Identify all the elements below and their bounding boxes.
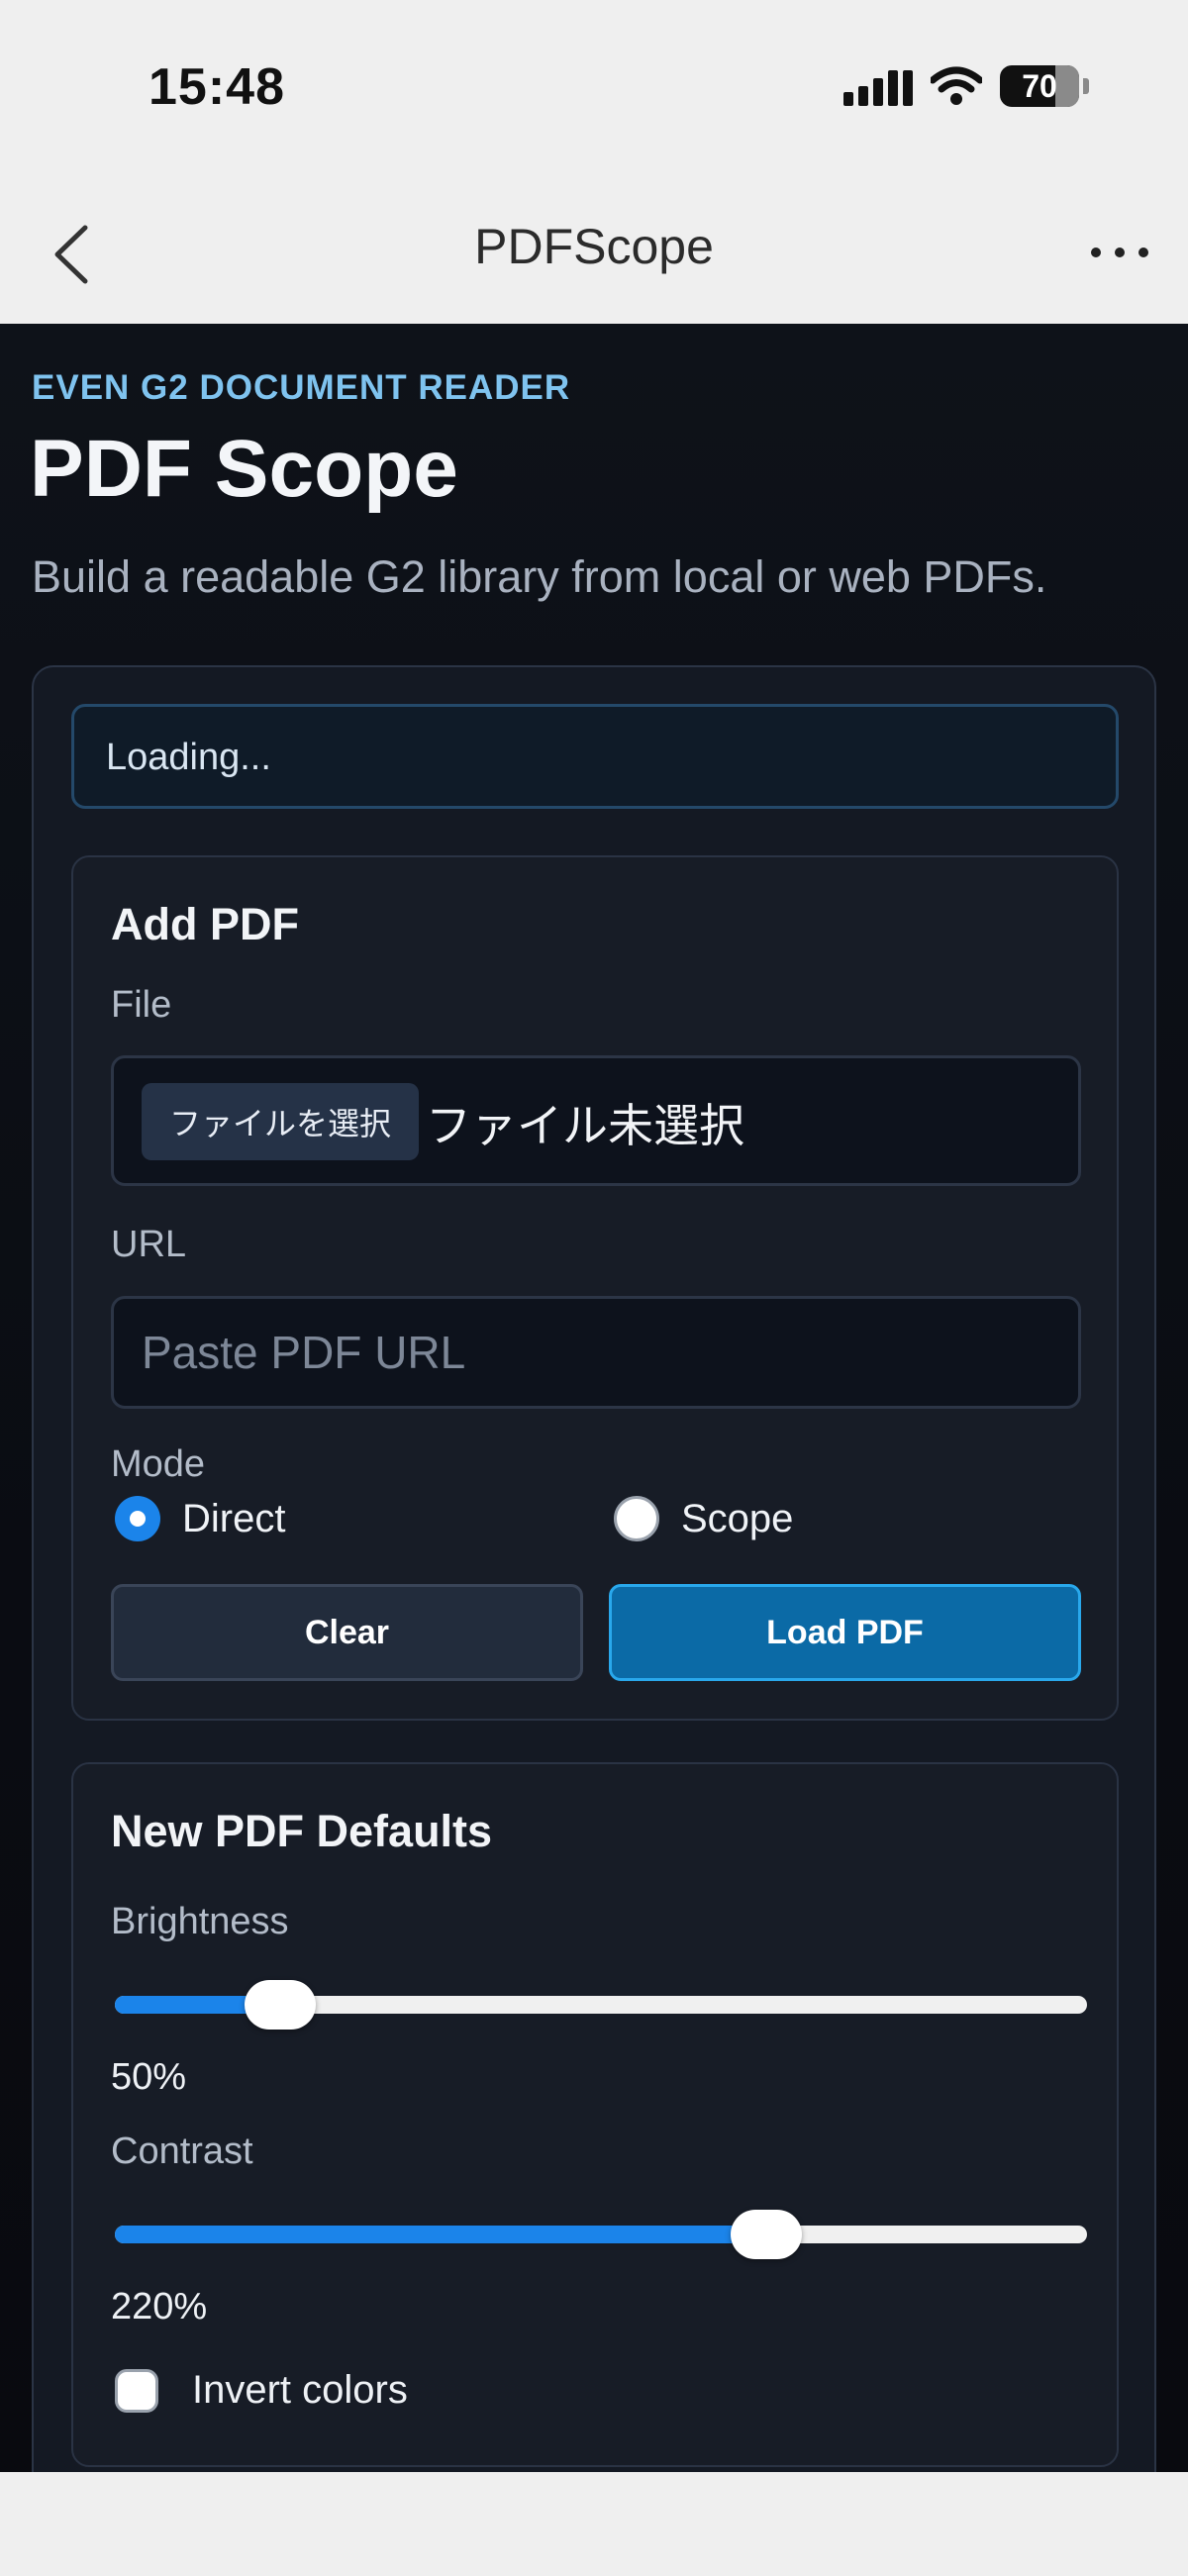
mode-option-direct[interactable]: Direct bbox=[115, 1496, 285, 1541]
battery-percent: 70 bbox=[1022, 67, 1057, 104]
status-icons: 70 bbox=[843, 61, 1089, 111]
mode-option-scope[interactable]: Scope bbox=[614, 1496, 793, 1541]
invert-colors-label: Invert colors bbox=[192, 2368, 408, 2412]
main-card: Loading... Add PDF File ファイルを選択 ファイル未選択 … bbox=[32, 665, 1156, 2472]
file-status: ファイル未選択 bbox=[426, 1100, 744, 1151]
defaults-panel: New PDF Defaults Brightness 50% Contrast… bbox=[71, 1762, 1119, 2467]
url-label: URL bbox=[111, 1224, 187, 1265]
battery-icon: 70 bbox=[1000, 65, 1079, 107]
clear-button[interactable]: Clear bbox=[111, 1584, 583, 1681]
radio-scope[interactable] bbox=[614, 1496, 659, 1541]
battery-cap bbox=[1083, 78, 1089, 94]
contrast-value: 220% bbox=[111, 2286, 208, 2328]
status-text: Loading... bbox=[106, 737, 271, 778]
brightness-slider-thumb[interactable] bbox=[245, 1980, 316, 2030]
nav-title: PDFScope bbox=[474, 219, 714, 274]
url-input[interactable] bbox=[111, 1296, 1081, 1409]
signal-icon bbox=[843, 66, 913, 106]
contrast-label: Contrast bbox=[111, 2130, 253, 2172]
add-pdf-heading: Add PDF bbox=[111, 899, 299, 949]
bottom-bar bbox=[0, 2472, 1188, 2576]
add-pdf-panel: Add PDF File ファイルを選択 ファイル未選択 URL Mode Di… bbox=[71, 855, 1119, 1721]
choose-file-button[interactable]: ファイルを選択 bbox=[142, 1083, 420, 1160]
mode-label: Mode bbox=[111, 1443, 206, 1485]
navigation-bar: PDFScope bbox=[0, 178, 1188, 324]
load-pdf-button[interactable]: Load PDF bbox=[609, 1584, 1081, 1681]
contrast-slider-thumb[interactable] bbox=[731, 2210, 802, 2259]
file-label: File bbox=[111, 984, 172, 1026]
status-bar: 15:48 70 bbox=[0, 0, 1188, 178]
invert-colors-checkbox[interactable] bbox=[115, 2368, 158, 2413]
wifi-icon bbox=[931, 66, 982, 105]
invert-colors-option[interactable]: Invert colors bbox=[115, 2368, 408, 2413]
more-horizontal-icon[interactable] bbox=[1091, 248, 1148, 257]
app-title: PDF Scope bbox=[30, 424, 458, 514]
app-eyebrow: EVEN G2 DOCUMENT READER bbox=[32, 368, 571, 407]
radio-scope-label: Scope bbox=[681, 1496, 794, 1540]
brightness-label: Brightness bbox=[111, 1901, 289, 1942]
brightness-slider[interactable] bbox=[115, 1980, 1087, 2030]
status-time: 15:48 bbox=[148, 58, 285, 116]
status-banner: Loading... bbox=[71, 704, 1119, 809]
radio-direct-label: Direct bbox=[182, 1496, 286, 1540]
battery-empty-portion bbox=[1055, 65, 1079, 107]
file-input[interactable]: ファイルを選択 ファイル未選択 bbox=[111, 1055, 1081, 1186]
brightness-value: 50% bbox=[111, 2056, 187, 2098]
app-subtitle: Build a readable G2 library from local o… bbox=[32, 551, 1047, 602]
defaults-heading: New PDF Defaults bbox=[111, 1806, 493, 1856]
contrast-slider-fill bbox=[115, 2226, 766, 2243]
radio-direct[interactable] bbox=[115, 1496, 160, 1541]
app-content: EVEN G2 DOCUMENT READER PDF Scope Build … bbox=[0, 324, 1188, 2472]
contrast-slider[interactable] bbox=[115, 2210, 1087, 2259]
